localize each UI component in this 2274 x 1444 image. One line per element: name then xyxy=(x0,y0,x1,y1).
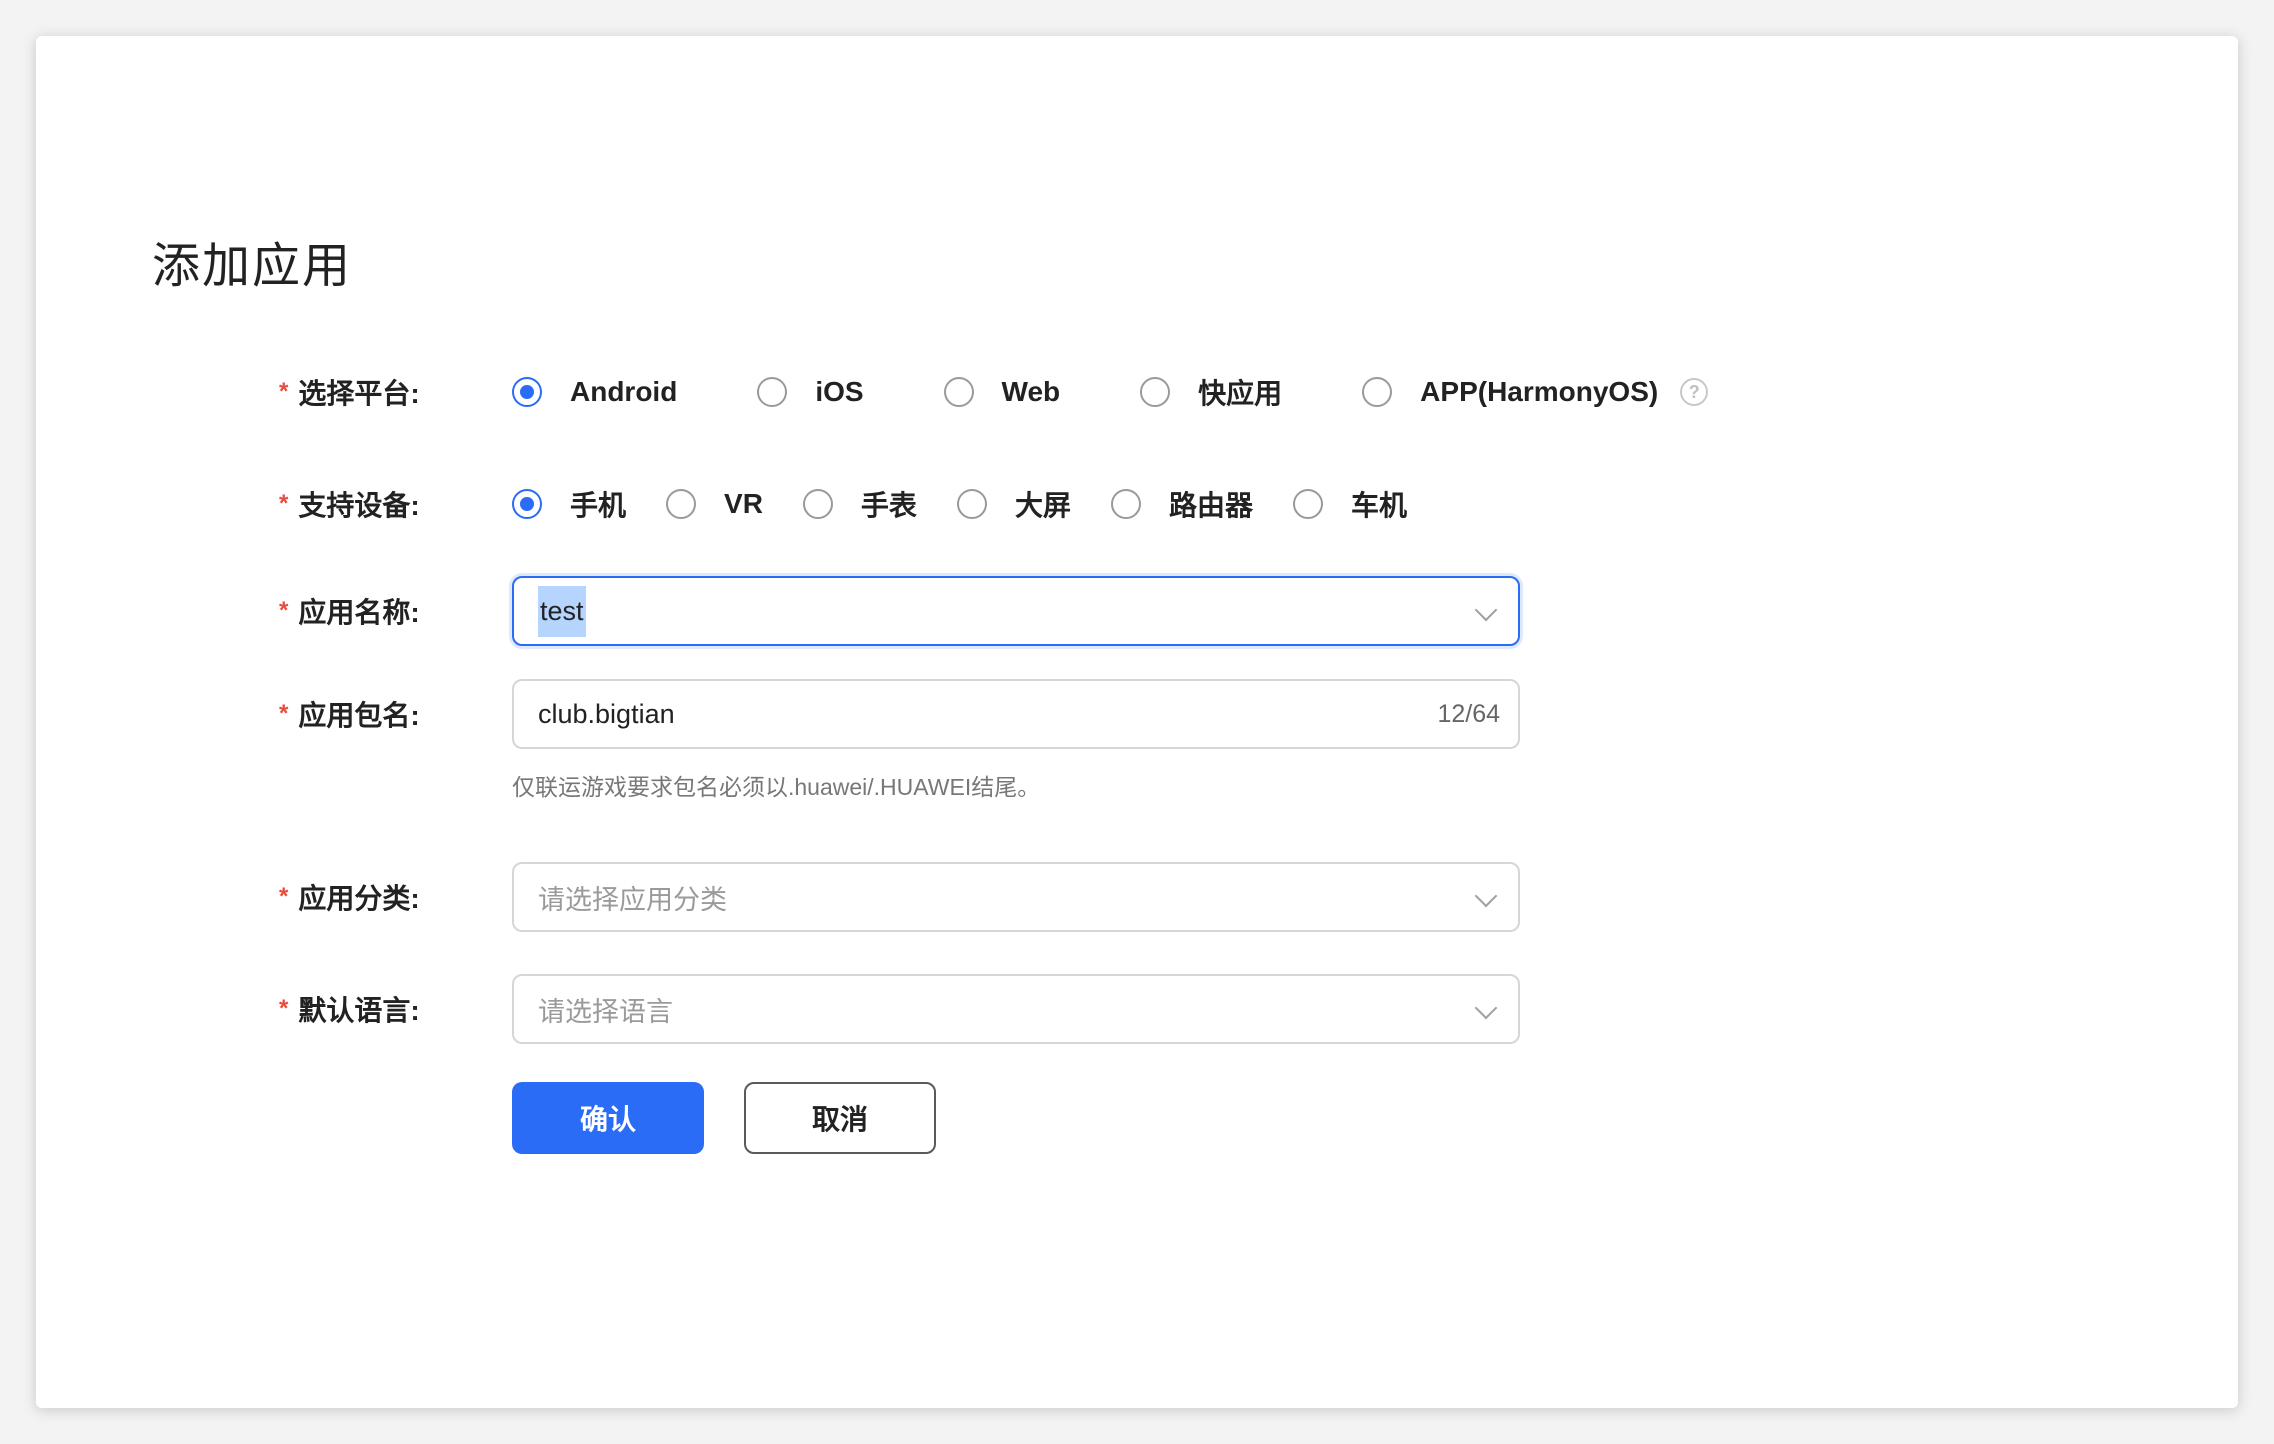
language-label: * 默认语言: xyxy=(279,974,509,1044)
package-name-label-text: 应用包名: xyxy=(298,700,420,731)
char-counter: 12/64 xyxy=(1437,699,1500,728)
confirm-button[interactable]: 确认 xyxy=(512,1082,704,1154)
package-name-value: club.bigtian xyxy=(538,698,675,729)
category-label: * 应用分类: xyxy=(279,862,509,932)
platform-label-text: 选择平台: xyxy=(298,378,420,409)
platform-option-android[interactable]: Android xyxy=(512,376,677,408)
platform-radio-group: Android iOS Web 快应用 APP(HarmonyOS) ? xyxy=(512,370,1709,414)
device-option-label: 车机 xyxy=(1350,490,1407,521)
app-name-value: test xyxy=(538,585,586,637)
category-label-text: 应用分类: xyxy=(298,883,420,914)
package-name-row: * 应用包名: club.bigtian 12/64 xyxy=(36,679,2238,749)
required-mark: * xyxy=(279,883,289,910)
language-row: * 默认语言: 请选择语言 xyxy=(36,974,2238,1044)
radio-unchecked-icon[interactable] xyxy=(956,489,987,519)
platform-option-quickapp[interactable]: 快应用 xyxy=(1140,372,1282,412)
devices-label: * 支持设备: xyxy=(279,482,509,526)
app-name-label-text: 应用名称: xyxy=(298,597,420,628)
page-title: 添加应用 xyxy=(152,240,353,293)
required-mark: * xyxy=(279,995,289,1022)
device-option-phone[interactable]: 手机 xyxy=(512,484,626,524)
language-select[interactable]: 请选择语言 xyxy=(512,974,1520,1044)
language-placeholder: 请选择语言 xyxy=(538,996,673,1027)
package-name-label: * 应用包名: xyxy=(279,679,509,749)
radio-unchecked-icon[interactable] xyxy=(757,377,788,407)
devices-label-text: 支持设备: xyxy=(298,490,420,521)
radio-unchecked-icon[interactable] xyxy=(1292,489,1323,519)
required-mark: * xyxy=(279,597,289,624)
radio-unchecked-icon[interactable] xyxy=(1140,377,1171,407)
devices-radio-group: 手机 VR 手表 大屏 路由器 车机 xyxy=(512,482,1407,526)
required-mark: * xyxy=(279,490,289,517)
language-label-text: 默认语言: xyxy=(298,995,420,1026)
device-option-label: VR xyxy=(724,488,763,519)
device-option-router[interactable]: 路由器 xyxy=(1110,484,1253,524)
platform-option-harmonyos[interactable]: APP(HarmonyOS) xyxy=(1362,376,1658,408)
radio-checked-icon[interactable] xyxy=(512,489,542,519)
device-option-bigscreen[interactable]: 大屏 xyxy=(956,484,1071,524)
app-name-row: * 应用名称: test xyxy=(36,576,2238,646)
device-option-label: 路由器 xyxy=(1168,490,1253,521)
platform-option-label: iOS xyxy=(815,376,864,407)
platform-option-web[interactable]: Web xyxy=(943,376,1061,408)
platform-option-ios[interactable]: iOS xyxy=(757,376,864,408)
radio-checked-icon[interactable] xyxy=(512,377,542,407)
radio-unchecked-icon[interactable] xyxy=(1110,489,1141,519)
platform-option-label: 快应用 xyxy=(1198,378,1283,409)
radio-unchecked-icon[interactable] xyxy=(802,489,833,519)
device-option-label: 手机 xyxy=(570,490,627,521)
device-option-car[interactable]: 车机 xyxy=(1292,484,1407,524)
app-name-label: * 应用名称: xyxy=(279,576,509,646)
platform-option-label: APP(HarmonyOS) xyxy=(1420,376,1659,407)
package-name-input[interactable]: club.bigtian 12/64 xyxy=(512,679,1520,749)
platform-option-label: Android xyxy=(570,376,678,407)
platform-option-label: Web xyxy=(1001,376,1061,407)
radio-unchecked-icon[interactable] xyxy=(943,377,974,407)
required-mark: * xyxy=(279,700,289,727)
required-mark: * xyxy=(279,378,289,405)
devices-row: * 支持设备: 手机 VR 手表 大屏 路由器 车机 xyxy=(36,482,2238,526)
help-icon[interactable]: ? xyxy=(1680,378,1709,406)
platform-row: * 选择平台: Android iOS Web 快应用 APP(HarmonyO… xyxy=(36,370,2238,414)
device-option-watch[interactable]: 手表 xyxy=(802,484,917,524)
category-row: * 应用分类: 请选择应用分类 xyxy=(36,862,2238,932)
cancel-button[interactable]: 取消 xyxy=(744,1082,936,1154)
category-select[interactable]: 请选择应用分类 xyxy=(512,862,1520,932)
package-name-hint: 仅联运游戏要求包名必须以.huawei/.HUAWEI结尾。 xyxy=(512,774,1041,800)
device-option-label: 手表 xyxy=(860,490,917,521)
app-name-input[interactable]: test xyxy=(512,576,1520,646)
category-placeholder: 请选择应用分类 xyxy=(538,884,727,915)
chevron-down-icon[interactable] xyxy=(1474,884,1498,908)
device-option-vr[interactable]: VR xyxy=(666,488,763,520)
radio-unchecked-icon[interactable] xyxy=(666,489,697,519)
add-app-dialog: 添加应用 * 选择平台: Android iOS Web 快应用 APP(Har… xyxy=(36,36,2238,1408)
chevron-down-icon[interactable] xyxy=(1474,996,1498,1020)
chevron-down-icon[interactable] xyxy=(1474,598,1498,622)
platform-label: * 选择平台: xyxy=(279,370,509,414)
device-option-label: 大屏 xyxy=(1014,490,1071,521)
radio-unchecked-icon[interactable] xyxy=(1362,377,1393,407)
